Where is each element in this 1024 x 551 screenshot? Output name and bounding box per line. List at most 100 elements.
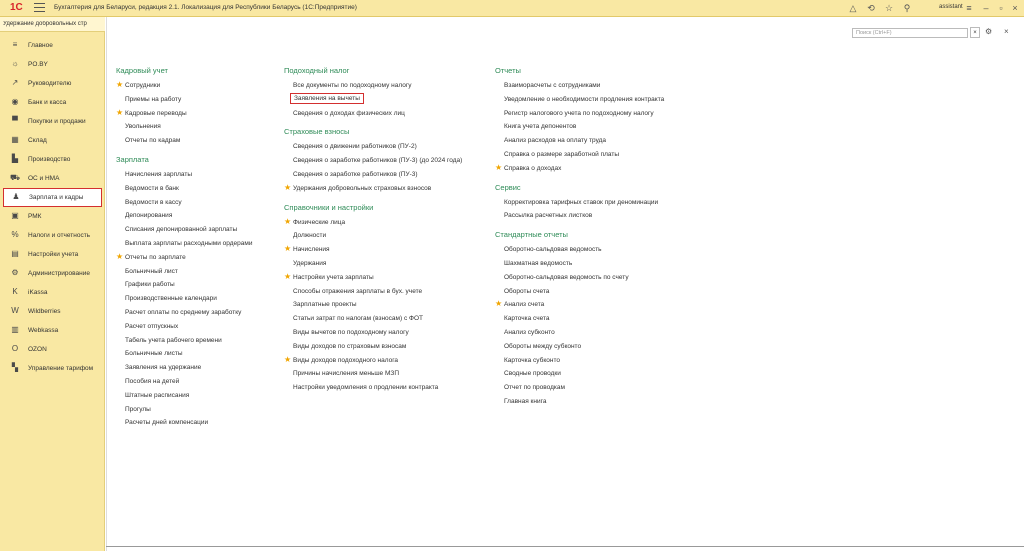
nav-link[interactable]: Отчет по проводкам — [495, 382, 568, 396]
nav-link[interactable]: ★ Сотрудники — [116, 80, 168, 94]
section-item[interactable]: ▥ Webkassa — [0, 321, 105, 340]
section-item[interactable]: ≡ Главное — [0, 36, 105, 55]
section-item[interactable]: ♟ Зарплата и кадры — [3, 188, 102, 207]
nav-link[interactable]: Причины начисления меньше МЗП — [284, 368, 399, 382]
nav-link[interactable]: Начисления зарплаты — [116, 169, 192, 183]
nav-link[interactable]: Сведения о доходах физических лиц — [284, 108, 405, 122]
nav-link[interactable]: ★ Удержания добровольных страховых взносо… — [284, 183, 431, 197]
nav-link[interactable]: Настройки уведомления о продлении контра… — [284, 382, 438, 396]
section-item[interactable]: % Налоги и отчетность — [0, 226, 105, 245]
section-item[interactable]: ☼ PO.BY — [0, 55, 105, 74]
nav-link[interactable]: ★ Справка о доходах — [495, 163, 568, 177]
section-item[interactable]: KiKassa — [0, 283, 105, 302]
nav-link[interactable]: Прогулы — [116, 404, 168, 418]
history-icon[interactable]: ⟲ — [865, 2, 877, 14]
nav-link[interactable]: Анализ субконто — [495, 327, 568, 341]
section-item[interactable]: ⚙ Администрирование — [0, 264, 105, 283]
section-item[interactable]: O OZON — [0, 340, 105, 359]
minimize-icon[interactable]: – — [980, 2, 992, 14]
open-tab[interactable]: Удержание добровольных стр — [0, 17, 105, 32]
nav-link[interactable]: Способы отражения зарплаты в бух. учете — [284, 286, 422, 300]
nav-link[interactable]: Шахматная ведомость — [495, 258, 572, 272]
nav-link[interactable]: ★ Начисления — [284, 244, 373, 258]
nav-link[interactable]: ★ Виды доходов подоходного налога — [284, 355, 398, 369]
nav-link[interactable]: ★ Анализ счета — [495, 299, 568, 313]
nav-link[interactable]: Депонирования — [116, 210, 172, 224]
nav-link[interactable]: ★ Физические лица — [284, 217, 373, 231]
main-menu-icon[interactable] — [34, 3, 45, 12]
nav-link[interactable]: Расчеты дней компенсации — [116, 417, 208, 431]
nav-link[interactable]: Обороты между субконто — [495, 341, 581, 355]
settings-menu-icon[interactable]: ≡ — [963, 2, 975, 14]
nav-link[interactable]: Виды доходов по страховым взносам — [284, 341, 406, 355]
nav-link[interactable]: Расчет оплаты по среднему заработку — [116, 307, 241, 321]
section-item[interactable]: W Wildberries — [0, 302, 105, 321]
nav-link[interactable]: Статьи затрат по налогам (взносам) с ФОТ — [284, 313, 423, 327]
nav-link[interactable]: Обороты счета — [495, 286, 568, 300]
nav-link[interactable]: Корректировка тарифных ставок при деноми… — [495, 197, 658, 211]
nav-link[interactable]: Сведения о заработке работников (ПУ-3) (… — [284, 155, 462, 169]
section-item[interactable]: ▤ Настройки учета — [0, 245, 105, 264]
nav-link[interactable]: Расчет отпускных — [116, 321, 178, 335]
nav-link[interactable]: Штатные расписания — [116, 390, 189, 404]
nav-link[interactable]: Заявления на удержание — [116, 362, 201, 376]
nav-link[interactable]: Взаиморасчеты с сотрудниками — [495, 80, 600, 94]
section-item[interactable]: ▦ Склад — [0, 131, 105, 150]
favorite-star-icon: ★ — [284, 271, 292, 281]
nav-link[interactable]: Списания депонированной зарплаты — [116, 224, 237, 238]
gear-icon[interactable]: ⚙ — [985, 27, 992, 36]
nav-link[interactable]: Сведения о движении работников (ПУ-2) — [284, 141, 417, 155]
nav-link[interactable]: Рассылка расчетных листков — [495, 210, 592, 224]
bell-icon[interactable]: △ — [847, 2, 859, 14]
nav-link[interactable]: Графики работы — [116, 279, 175, 293]
nav-link[interactable]: Заявления на вычеты — [284, 92, 373, 108]
maximize-icon[interactable]: ▫ — [995, 2, 1007, 14]
search-clear-button[interactable]: × — [970, 27, 980, 38]
nav-link[interactable]: Справка о размере заработной платы — [495, 149, 619, 163]
nav-link[interactable]: Больничный лист — [116, 266, 178, 280]
nav-link[interactable]: Сводные проводки — [495, 368, 568, 382]
nav-link[interactable]: Зарплатные проекты — [284, 299, 373, 313]
nav-link[interactable]: Удержания — [284, 258, 373, 272]
nav-link-label: Регистр налогового учета по подоходному … — [504, 109, 654, 117]
section-item[interactable]: ▀ Покупки и продажи — [0, 112, 105, 131]
nav-link[interactable]: Увольнения — [116, 121, 168, 135]
nav-link[interactable]: Приемы на работу — [116, 94, 181, 108]
nav-link[interactable]: Оборотно-сальдовая ведомость — [495, 244, 602, 258]
nav-link[interactable]: Все документы по подоходному налогу — [284, 80, 411, 94]
nav-link[interactable]: ★ Кадровые переводы — [116, 108, 187, 122]
nav-link[interactable]: Ведомости в кассу — [116, 197, 182, 211]
nav-link[interactable]: Оборотно-сальдовая ведомость по счету — [495, 272, 629, 286]
nav-link[interactable]: Карточка субконто — [495, 355, 568, 369]
nav-link[interactable]: ★ Отчеты по зарплате — [116, 252, 186, 266]
nav-link[interactable]: Выплата зарплаты расходными ордерами — [116, 238, 252, 252]
nav-link[interactable]: Сведения о заработке работников (ПУ-3) — [284, 169, 418, 183]
nav-link[interactable]: Виды вычетов по подоходному налогу — [284, 327, 409, 341]
nav-link[interactable]: Книга учета депонентов — [495, 121, 576, 135]
favorites-icon[interactable]: ☆ — [883, 2, 895, 14]
nav-link[interactable]: Пособия на детей — [116, 376, 179, 390]
section-item[interactable]: ▚ Управление тарифом — [0, 359, 105, 378]
nav-link[interactable]: Уведомление о необходимости продления ко… — [495, 94, 664, 108]
search-icon[interactable]: ⚲ — [901, 2, 913, 14]
nav-link[interactable]: Анализ расходов на оплату труда — [495, 135, 606, 149]
nav-link[interactable]: Регистр налогового учета по подоходному … — [495, 108, 654, 122]
nav-link[interactable]: Табель учета рабочего времени — [116, 335, 222, 349]
section-item[interactable]: ▙ Производство — [0, 150, 105, 169]
nav-link[interactable]: Отчеты по кадрам — [116, 135, 180, 149]
nav-link[interactable]: ★ Настройки учета зарплаты — [284, 271, 374, 286]
user-name[interactable]: assistant — [939, 4, 963, 10]
close-window-icon[interactable]: × — [1009, 2, 1021, 14]
section-item[interactable]: ⛟ ОС и НМА — [0, 169, 105, 188]
section-item[interactable]: ▣ РМК — [0, 207, 105, 226]
close-icon[interactable]: × — [1004, 27, 1009, 36]
nav-link[interactable]: Главная книга — [495, 396, 568, 410]
nav-link[interactable]: Карточка счета — [495, 313, 568, 327]
section-item[interactable]: ↗ Руководителю — [0, 74, 105, 93]
nav-link[interactable]: Должности — [284, 230, 373, 244]
nav-link[interactable]: Больничные листы — [116, 348, 183, 362]
section-item[interactable]: ◉ Банк и касса — [0, 93, 105, 112]
nav-link[interactable]: Ведомости в банк — [116, 183, 179, 197]
search-input[interactable]: Поиск (Ctrl+F) — [852, 28, 968, 38]
nav-link[interactable]: Производственные календари — [116, 293, 217, 307]
